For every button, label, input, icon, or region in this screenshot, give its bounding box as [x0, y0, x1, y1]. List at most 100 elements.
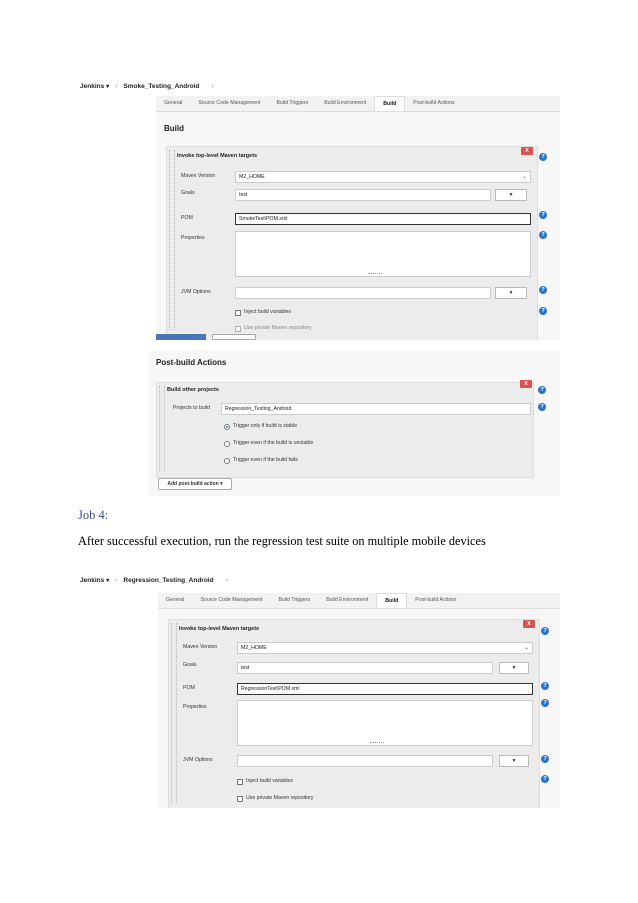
help-icon[interactable]: ?	[539, 211, 547, 219]
tab-build-environment[interactable]: Build Environment	[316, 96, 374, 111]
properties-textarea[interactable]	[235, 231, 531, 277]
maven-version-value: M2_HOME	[239, 174, 265, 180]
delete-step-button[interactable]: X	[520, 380, 532, 388]
jvm-options-expand-button[interactable]: ▼	[499, 755, 529, 767]
tab-build-triggers[interactable]: Build Triggers	[270, 593, 318, 608]
tab-source-code-management[interactable]: Source Code Management	[190, 96, 268, 111]
drag-handle[interactable]	[169, 150, 175, 330]
chevron-down-icon[interactable]: ▾	[106, 577, 109, 584]
step-title: Invoke top-level Maven targets	[177, 153, 258, 159]
screenshot-smoke-build: Jenkins ▾ › Smoke_Testing_Android › Gene…	[78, 78, 560, 340]
inject-build-variables-label: Inject build variables	[246, 778, 294, 784]
jvm-options-input[interactable]	[237, 755, 493, 767]
tab-build[interactable]: Build	[374, 96, 406, 111]
maven-build-step: Invoke top-level Maven targets Maven Ver…	[168, 619, 540, 808]
resize-grip[interactable]	[368, 273, 383, 276]
pom-input[interactable]: SmokeTest\POM.xml	[235, 213, 531, 225]
help-icon[interactable]: ?	[538, 386, 546, 394]
breadcrumb-job[interactable]: Smoke_Testing_Android	[123, 83, 199, 90]
inject-build-variables-checkbox[interactable]	[237, 779, 243, 785]
help-icon[interactable]: ?	[541, 627, 549, 635]
label-goals: Goals	[183, 662, 197, 668]
breadcrumb-job[interactable]: Regression_Testing_Android	[123, 577, 213, 584]
apply-button-fragment[interactable]	[212, 334, 256, 340]
help-icon[interactable]: ?	[539, 307, 547, 315]
breadcrumb: Jenkins ▾ › Smoke_Testing_Android ›	[80, 78, 220, 95]
help-icon[interactable]: ?	[539, 231, 547, 239]
label-maven-version: Maven Version	[181, 173, 216, 179]
tab-general[interactable]: General	[158, 593, 192, 608]
delete-step-button[interactable]: X	[521, 147, 533, 155]
job-heading: Job 4:	[78, 508, 109, 522]
chevron-down-icon: ⌄	[521, 174, 527, 180]
trigger-fails-radio[interactable]	[224, 458, 230, 464]
tab-source-code-management[interactable]: Source Code Management	[192, 593, 270, 608]
job-description: After successful execution, run the regr…	[78, 534, 486, 548]
label-jvm-options: JVM Options	[183, 757, 213, 763]
breadcrumb-jenkins[interactable]: Jenkins	[80, 577, 104, 584]
build-section: Build Invoke top-level Maven targets Mav…	[156, 112, 560, 340]
pom-input[interactable]: RegressionTest\POM.xml	[237, 683, 533, 695]
tab-general[interactable]: General	[156, 96, 190, 111]
trigger-unstable-label: Trigger even if the build is unstable	[233, 440, 314, 446]
help-icon[interactable]: ?	[541, 755, 549, 763]
goals-expand-button[interactable]: ▼	[499, 662, 529, 674]
tab-post-build-actions[interactable]: Post-build Actions	[407, 593, 464, 608]
label-properties: Properties	[183, 704, 207, 710]
trigger-stable-label: Trigger only if build is stable	[233, 423, 298, 429]
help-icon[interactable]: ?	[539, 153, 547, 161]
trigger-unstable-radio[interactable]	[224, 441, 230, 447]
add-post-build-action-button[interactable]: Add post-build action ▾	[158, 478, 232, 490]
config-tabs: General Source Code Management Build Tri…	[158, 593, 560, 609]
tab-post-build-actions[interactable]: Post-build Actions	[405, 96, 462, 111]
maven-version-select[interactable]: M2_HOME ⌄	[235, 171, 531, 183]
breadcrumb: Jenkins ▾ › Regression_Testing_Android ›	[80, 572, 234, 589]
private-repo-checkbox[interactable]	[235, 326, 241, 332]
help-icon[interactable]: ?	[541, 682, 549, 690]
section-title-post-build: Post-build Actions	[156, 358, 227, 367]
goals-expand-button[interactable]: ▼	[495, 189, 527, 201]
breadcrumb-separator-icon: ›	[211, 83, 214, 90]
properties-textarea[interactable]	[237, 700, 533, 746]
goals-input[interactable]: test	[235, 189, 491, 201]
trigger-fails-label: Trigger even if the build fails	[233, 457, 298, 463]
inject-build-variables-label: Inject build variables	[244, 309, 292, 315]
private-repo-label: Use private Maven repository	[244, 325, 312, 331]
screenshot-regression-build: Jenkins ▾ › Regression_Testing_Android ›…	[78, 572, 560, 808]
help-icon[interactable]: ?	[538, 403, 546, 411]
private-repo-checkbox[interactable]	[237, 796, 243, 802]
tab-build-environment[interactable]: Build Environment	[318, 593, 376, 608]
drag-handle[interactable]	[159, 386, 165, 472]
label-maven-version: Maven Version	[183, 644, 218, 650]
projects-to-build-input[interactable]: Regression_Testing_Android	[221, 403, 531, 415]
private-repo-label: Use private Maven repository	[246, 795, 314, 801]
inject-build-variables-checkbox[interactable]	[235, 310, 241, 316]
chevron-down-icon[interactable]: ▾	[106, 83, 109, 90]
build-section: Invoke top-level Maven targets Maven Ver…	[158, 609, 560, 808]
jvm-options-input[interactable]	[235, 287, 491, 299]
chevron-down-icon: ⌄	[523, 645, 529, 651]
label-pom: POM	[183, 685, 195, 691]
help-icon[interactable]: ?	[541, 699, 549, 707]
help-icon[interactable]: ?	[541, 775, 549, 783]
goals-input[interactable]: test	[237, 662, 493, 674]
tab-build[interactable]: Build	[376, 593, 408, 608]
maven-version-select[interactable]: M2_HOME ⌄	[237, 642, 533, 654]
breadcrumb-separator-icon: ›	[115, 83, 118, 90]
jvm-options-expand-button[interactable]: ▼	[495, 287, 527, 299]
maven-build-step: Invoke top-level Maven targets Maven Ver…	[166, 146, 538, 340]
breadcrumb-separator-icon: ›	[115, 577, 118, 584]
label-properties: Properties	[181, 235, 205, 241]
breadcrumb-jenkins[interactable]: Jenkins	[80, 83, 104, 90]
trigger-stable-radio[interactable]	[224, 424, 230, 430]
tab-build-triggers[interactable]: Build Triggers	[268, 96, 316, 111]
save-button-fragment[interactable]	[156, 334, 206, 340]
resize-grip[interactable]	[370, 742, 385, 745]
help-icon[interactable]: ?	[539, 286, 547, 294]
delete-step-button[interactable]: X	[523, 620, 535, 628]
screenshot-post-build: Post-build Actions Build other projects …	[148, 350, 560, 496]
drag-handle[interactable]	[171, 623, 177, 803]
label-pom: POM	[181, 215, 193, 221]
step-title: Build other projects	[167, 387, 219, 393]
breadcrumb-separator-icon: ›	[225, 577, 228, 584]
